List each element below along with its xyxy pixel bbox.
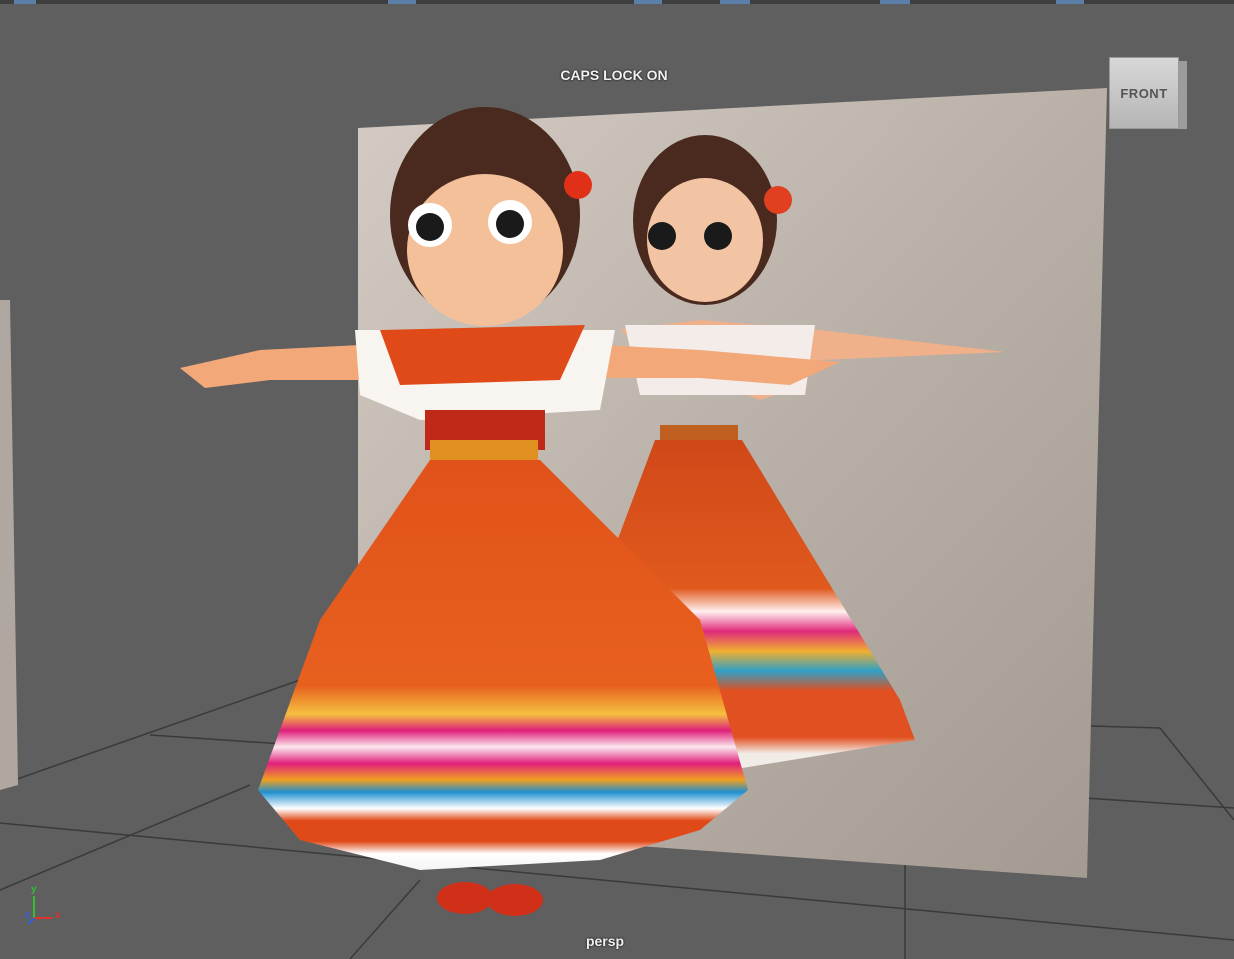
axis-x-label: x [55,910,61,921]
axis-z-label: z [25,910,30,921]
axis-icon [27,896,52,925]
axis-y-label: y [31,884,37,895]
view-cube-front-face[interactable]: FRONT [1109,57,1179,129]
view-cube-side[interactable] [1179,61,1187,129]
camera-label: persp [585,933,625,949]
3d-viewport[interactable]: CAPS LOCK ON FRONT y x z persp [0,0,1234,959]
view-cube[interactable]: FRONT [1109,57,1187,131]
caps-lock-indicator: CAPS LOCK ON [560,67,668,83]
side-plane [0,300,18,790]
axis-gizmo: y x z [22,882,72,932]
scene-view[interactable] [0,0,1234,959]
